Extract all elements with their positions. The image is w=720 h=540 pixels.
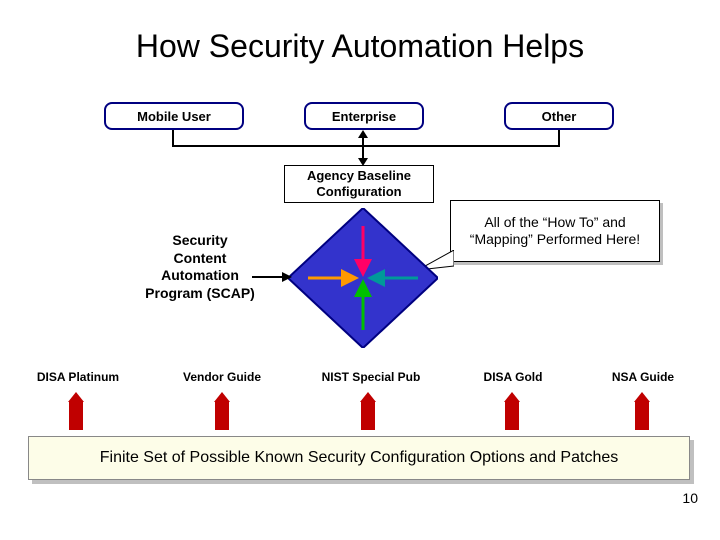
label-scap: Security Content Automation Program (SCA… — [145, 232, 255, 302]
slide-title: How Security Automation Helps — [0, 0, 720, 65]
node-agency-baseline: Agency Baseline Configuration — [284, 165, 434, 203]
arrow-enterprise-agency — [356, 130, 370, 166]
label-vendor-guide: Vendor Guide — [172, 370, 272, 384]
banner-finite-set: Finite Set of Possible Known Security Co… — [28, 436, 690, 480]
label-nsa-guide: NSA Guide — [598, 370, 688, 384]
arrow-scap-to-diamond — [252, 270, 292, 284]
node-mobile-user: Mobile User — [104, 102, 244, 130]
diamond-icon — [288, 208, 438, 348]
node-other: Other — [504, 102, 614, 130]
label-disa-platinum: DISA Platinum — [28, 370, 128, 384]
connector-drop-mobile — [172, 130, 174, 145]
callout-how-to: All of the “How To” and “Mapping” Perfor… — [450, 200, 660, 262]
label-disa-gold: DISA Gold — [468, 370, 558, 384]
node-enterprise: Enterprise — [304, 102, 424, 130]
page-number: 10 — [682, 490, 698, 506]
label-nist-pub: NIST Special Pub — [306, 370, 436, 384]
connector-drop-other — [558, 130, 560, 145]
